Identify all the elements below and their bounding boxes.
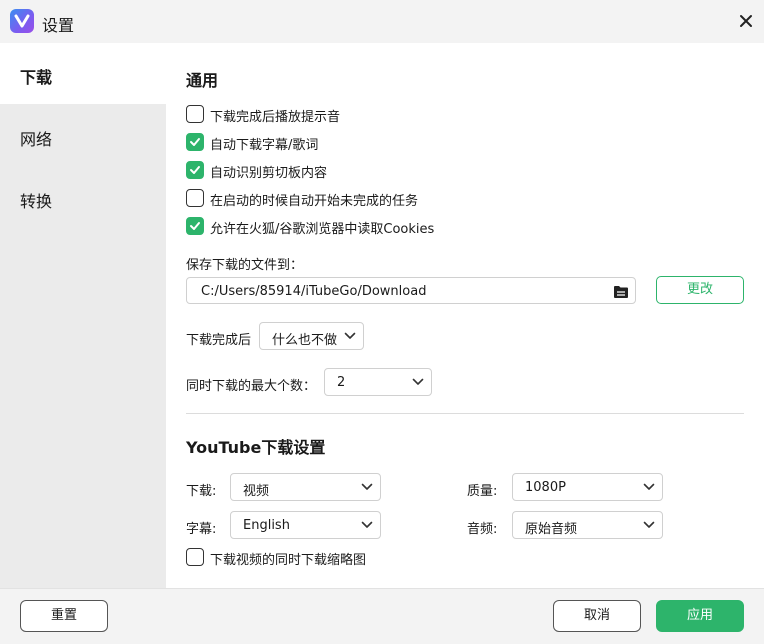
checkbox-box[interactable] <box>186 217 204 235</box>
apply-button[interactable]: 应用 <box>656 600 744 632</box>
dialog-footer: 重置 取消 应用 <box>0 588 764 644</box>
app-logo-icon <box>10 9 34 33</box>
sidebar-item-download[interactable]: 下载 <box>0 43 166 104</box>
checkbox-box[interactable] <box>186 133 204 151</box>
select-value: 原始音频 <box>525 522 578 537</box>
checkbox-label: 自动下载字幕/歌词 <box>210 138 319 153</box>
checkbox-label: 下载完成后播放提示音 <box>210 110 341 125</box>
sidebar-item-label: 下载 <box>20 68 53 87</box>
folder-icon[interactable] <box>613 284 629 303</box>
checkbox-box[interactable] <box>186 105 204 123</box>
sidebar-item-convert[interactable]: 转换 <box>0 167 166 228</box>
chevron-down-icon <box>361 521 373 528</box>
cancel-button[interactable]: 取消 <box>553 600 641 632</box>
select-value: 1080P <box>525 480 566 495</box>
select-value: 2 <box>337 375 346 390</box>
sidebar-item-label: 转换 <box>20 192 53 211</box>
select-value: English <box>243 518 290 533</box>
save-path-value: C:/Users/85914/iTubeGo/Download <box>201 284 427 299</box>
subtitle-label: 字幕: <box>186 522 217 537</box>
audio-select[interactable]: 原始音频 <box>512 511 663 539</box>
save-path-label: 保存下载的文件到： <box>186 258 304 273</box>
youtube-section-title: YouTube下载设置 <box>186 438 326 457</box>
chevron-down-icon <box>643 483 655 490</box>
title-bar: 设置 <box>0 0 764 43</box>
sidebar: 下载 网络 转换 <box>0 43 166 588</box>
checkbox-label: 在启动的时候自动开始未完成的任务 <box>210 194 419 209</box>
select-value: 视频 <box>243 484 270 499</box>
select-value: 什么也不做 <box>272 333 338 348</box>
checkbox-box[interactable] <box>186 161 204 179</box>
checkbox-box[interactable] <box>186 189 204 207</box>
chevron-down-icon <box>412 378 424 385</box>
checkbox-label: 自动识别剪切板内容 <box>210 166 328 181</box>
check-icon <box>190 166 200 174</box>
download-type-select[interactable]: 视频 <box>230 473 381 501</box>
audio-label: 音频: <box>467 522 498 537</box>
quality-select[interactable]: 1080P <box>512 473 663 501</box>
chevron-down-icon <box>643 521 655 528</box>
section-divider <box>186 413 744 414</box>
max-downloads-select[interactable]: 2 <box>324 368 432 396</box>
sidebar-item-label: 网络 <box>20 130 53 149</box>
chevron-down-icon <box>361 483 373 490</box>
check-icon <box>190 138 200 146</box>
sidebar-item-network[interactable]: 网络 <box>0 105 166 166</box>
after-download-label: 下载完成后 <box>186 333 252 348</box>
checkbox-box[interactable] <box>186 548 204 566</box>
save-path-field[interactable]: C:/Users/85914/iTubeGo/Download <box>186 277 636 304</box>
check-icon <box>190 222 200 230</box>
checkbox-label: 允许在火狐/谷歌浏览器中读取Cookies <box>210 222 435 237</box>
quality-label: 质量: <box>467 484 498 499</box>
after-download-select[interactable]: 什么也不做 <box>259 322 364 350</box>
change-path-button[interactable]: 更改 <box>656 276 744 304</box>
subtitle-select[interactable]: English <box>230 511 381 539</box>
general-section-title: 通用 <box>186 71 219 90</box>
download-type-label: 下载: <box>186 484 217 499</box>
max-downloads-label: 同时下载的最大个数： <box>186 379 317 394</box>
checkbox-label: 下载视频的同时下载缩略图 <box>210 553 367 568</box>
reset-button[interactable]: 重置 <box>20 600 108 632</box>
close-icon[interactable] <box>736 11 756 31</box>
window-title: 设置 <box>42 16 75 35</box>
chevron-down-icon <box>344 332 356 339</box>
